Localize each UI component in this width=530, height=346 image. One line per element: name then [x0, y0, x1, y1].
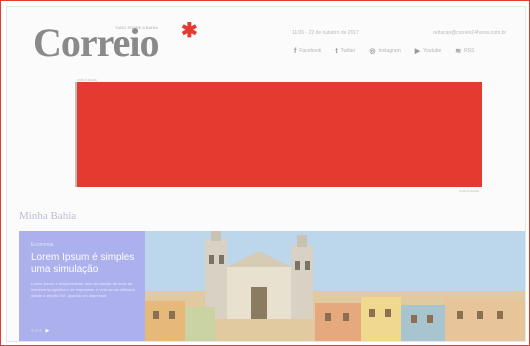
ad-footer-label: PUBLICIDADE [459, 189, 480, 193]
rss-icon: ≋ [455, 48, 462, 55]
social-link-twitter[interactable]: t Twitter [335, 47, 355, 55]
hero-image [145, 231, 525, 341]
logo-star-icon: ✱ [181, 20, 198, 42]
instagram-icon: ◎ [369, 48, 376, 55]
social-label: Youtube [423, 48, 442, 54]
social-label: Instagram [378, 48, 401, 54]
social-link-instagram[interactable]: ◎ Instagram [369, 47, 400, 55]
social-links: f Facebook t Twitter ◎ Instagram ▶ Youtu… [294, 47, 474, 56]
ad-banner[interactable] [75, 82, 482, 187]
section-title: Minha Bahia [19, 210, 77, 222]
hero-carousel[interactable]: Economia Lorem Ipsum é simples uma simul… [19, 231, 525, 341]
social-label: Facebook [299, 48, 322, 54]
hero-category[interactable]: Economia [31, 242, 53, 248]
contact-email[interactable]: redacao@correio24horas.com.br [433, 30, 506, 36]
social-link-youtube[interactable]: ▶ Youtube [415, 47, 442, 55]
twitter-icon: t [335, 47, 338, 55]
date-info: 11/26 - 22 de outubro de 2017 [292, 30, 359, 36]
page: Correio TUDO SOBRE A BAHIA ✱ 11/26 - 22 … [6, 6, 526, 342]
social-link-rss[interactable]: ≋ RSS [455, 47, 474, 55]
logo-tagline: TUDO SOBRE A BAHIA [115, 25, 158, 30]
facebook-icon: f [294, 47, 297, 55]
social-label: Twitter [340, 48, 356, 54]
carousel-pager[interactable]: ○○○ ▶ [31, 328, 50, 334]
hero-text-panel: Economia Lorem Ipsum é simples uma simul… [19, 231, 145, 341]
social-link-facebook[interactable]: f Facebook [294, 47, 321, 55]
logo[interactable]: Correio TUDO SOBRE A BAHIA ✱ [33, 21, 198, 63]
youtube-icon: ▶ [414, 48, 421, 55]
social-label: RSS [464, 48, 475, 54]
hero-description: Lorem Ipsum é simplesmente uma simulação… [31, 281, 135, 298]
hero-title[interactable]: Lorem Ipsum é simples uma simulação [31, 252, 141, 276]
